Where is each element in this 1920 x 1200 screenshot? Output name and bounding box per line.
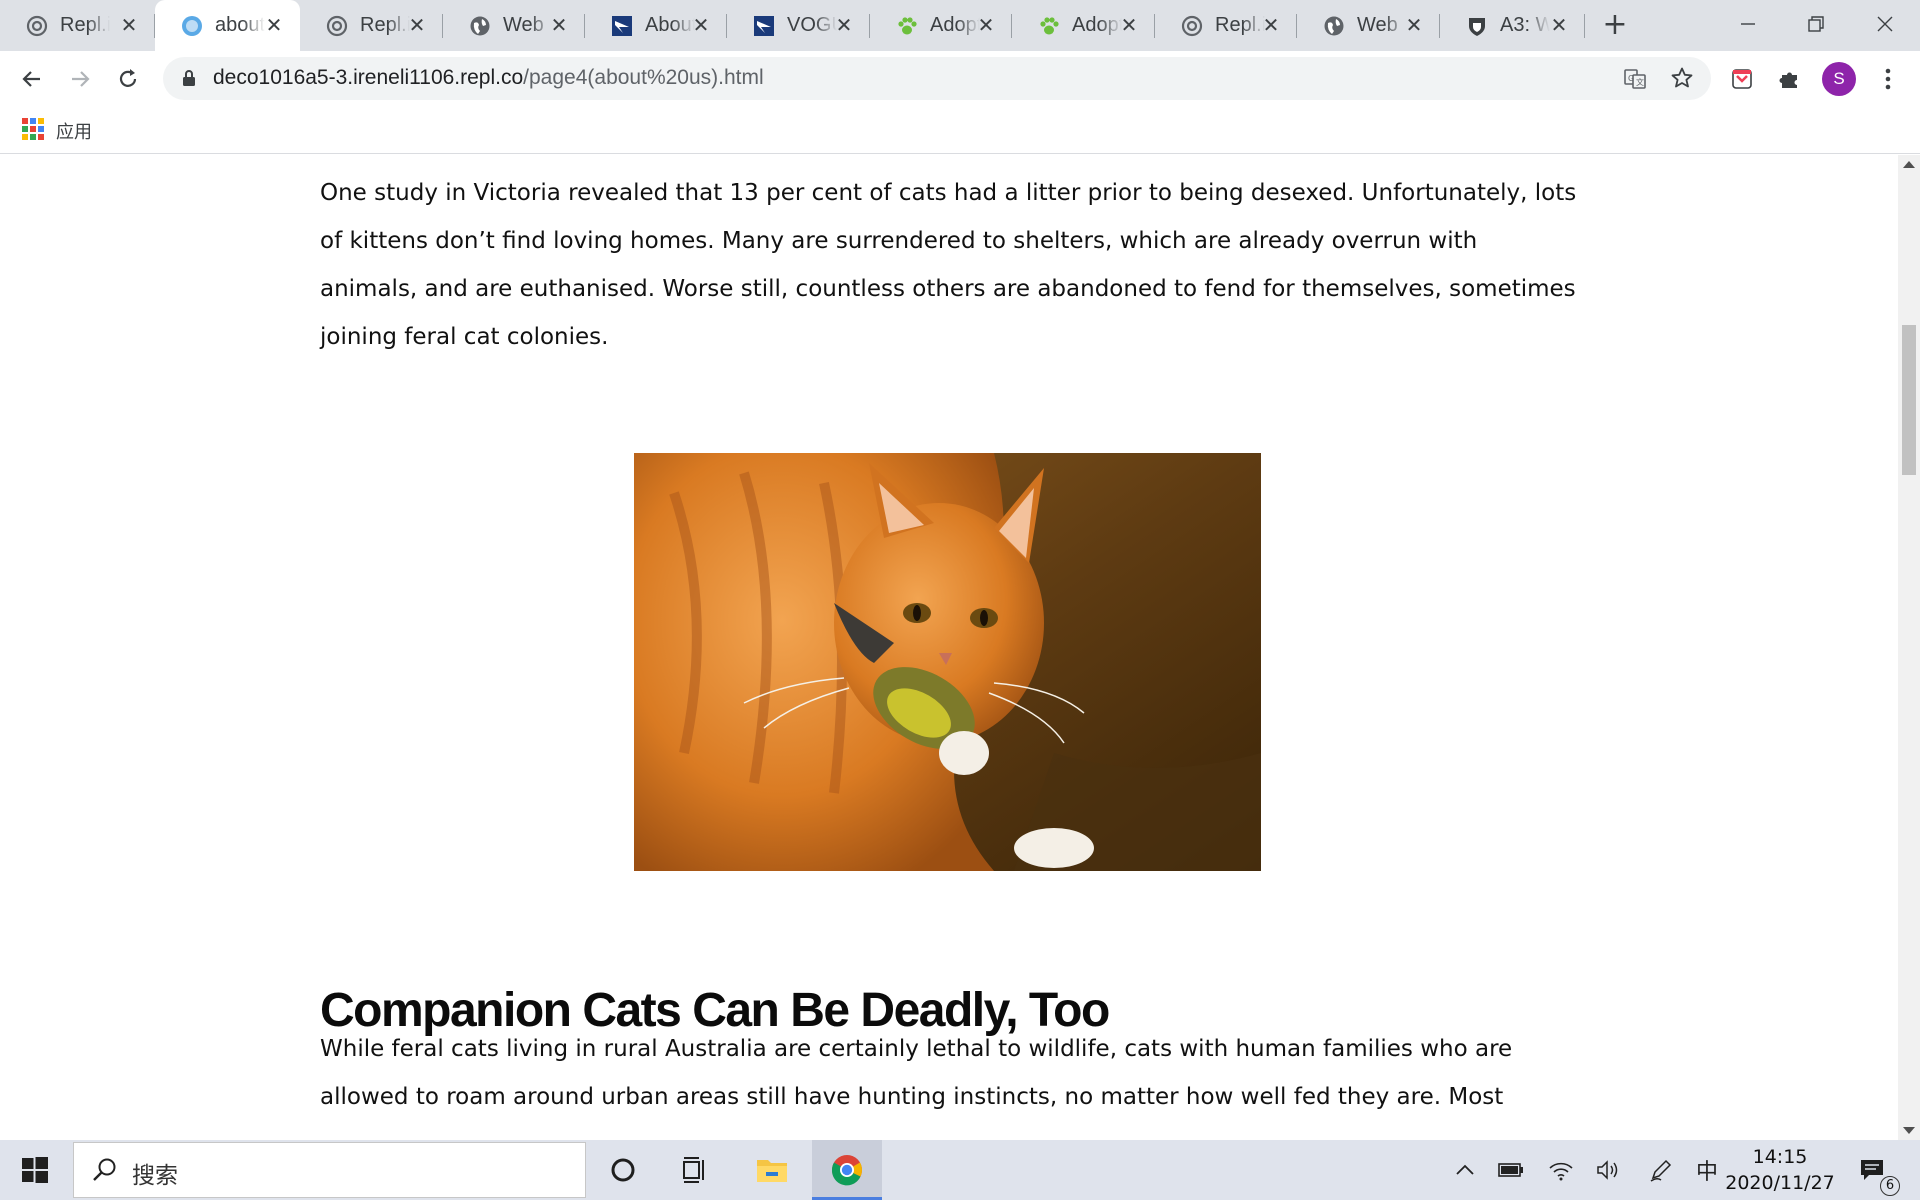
- tab-title: Repl.it: [360, 14, 410, 36]
- browser-toolbar: deco1016a5-3.ireneli1106.repl.co/page4(a…: [0, 51, 1920, 106]
- tab-title: A3: W: [1500, 14, 1550, 36]
- bookmark-star-icon[interactable]: [1670, 66, 1694, 94]
- vogue-icon: [611, 15, 633, 37]
- pocket-extension-icon[interactable]: [1724, 61, 1760, 97]
- globe-icon: [469, 15, 491, 37]
- page-content: One study in Victoria revealed that 13 p…: [0, 155, 1898, 1140]
- close-window-button[interactable]: [1855, 4, 1915, 44]
- tab-close-icon[interactable]: ✕: [262, 13, 286, 37]
- forward-button[interactable]: [62, 61, 98, 97]
- scroll-down-arrow-icon[interactable]: [1903, 1127, 1915, 1134]
- tab-close-icon[interactable]: ✕: [1117, 13, 1141, 37]
- url-text[interactable]: deco1016a5-3.ireneli1106.repl.co/page4(a…: [213, 66, 764, 90]
- file-explorer-icon[interactable]: [737, 1140, 807, 1200]
- tab-adopt-2[interactable]: Adopt ✕: [1012, 0, 1155, 51]
- wifi-icon[interactable]: [1545, 1140, 1577, 1200]
- tab-close-icon[interactable]: ✕: [1402, 13, 1426, 37]
- back-button[interactable]: [14, 61, 50, 97]
- tab-close-icon[interactable]: ✕: [117, 13, 141, 37]
- tab-strip: Repl.it ✕ about us ✕ Repl.it ✕ Web ✕ Abo…: [0, 0, 1920, 51]
- tab-close-icon[interactable]: ✕: [1259, 13, 1283, 37]
- notification-count-badge: 6: [1880, 1176, 1900, 1196]
- paw-icon: [896, 15, 918, 37]
- pen-workspace-icon[interactable]: [1645, 1140, 1677, 1200]
- taskbar-search-input[interactable]: 搜索: [73, 1142, 586, 1198]
- volume-icon[interactable]: [1592, 1140, 1624, 1200]
- search-icon: [92, 1157, 118, 1187]
- tab-web-1[interactable]: Web ✕: [443, 0, 585, 51]
- tab-title: Adopt: [1072, 14, 1122, 36]
- tab-adopt-1[interactable]: Adopt ✕: [870, 0, 1012, 51]
- shield-icon: [1466, 15, 1488, 37]
- tab-close-icon[interactable]: ✕: [405, 13, 429, 37]
- tab-close-icon[interactable]: ✕: [974, 13, 998, 37]
- tab-close-icon[interactable]: ✕: [547, 13, 571, 37]
- chrome-taskbar-icon[interactable]: [812, 1140, 882, 1200]
- tab-title: About: [645, 14, 695, 36]
- address-bar[interactable]: deco1016a5-3.ireneli1106.repl.co/page4(a…: [163, 57, 1711, 100]
- system-clock[interactable]: 14:15 2020/11/27: [1720, 1144, 1840, 1196]
- tab-title: VOGUE: [787, 14, 837, 36]
- tab-title: Web: [1357, 14, 1398, 36]
- url-host: deco1016a5-3.ireneli1106.repl.co: [213, 66, 524, 89]
- url-path: /page4(about%20us).html: [523, 66, 764, 89]
- tab-web-2[interactable]: Web ✕: [1297, 0, 1440, 51]
- tab-divider: [1584, 14, 1585, 38]
- tab-title: Web: [503, 14, 544, 36]
- page-scrollbar[interactable]: [1898, 155, 1920, 1140]
- tab-title: Repl.it: [1215, 14, 1265, 36]
- search-placeholder: 搜索: [132, 1163, 178, 1189]
- bookmarks-bar: 应用: [0, 106, 1920, 154]
- replit-icon: [1181, 15, 1203, 37]
- windows-taskbar: 搜索 中 14:15 2020/11/27 6: [0, 1140, 1920, 1200]
- vogue-icon: [753, 15, 775, 37]
- paw-icon: [1038, 15, 1060, 37]
- tab-close-icon[interactable]: ✕: [689, 13, 713, 37]
- extensions-puzzle-icon[interactable]: [1772, 61, 1808, 97]
- battery-icon[interactable]: [1495, 1140, 1527, 1200]
- clock-date: 2020/11/27: [1725, 1172, 1835, 1194]
- scrollbar-thumb[interactable]: [1902, 325, 1916, 475]
- cat-with-bird-image: [634, 453, 1261, 871]
- body-paragraph: One study in Victoria revealed that 13 p…: [320, 180, 1577, 350]
- minimize-button[interactable]: [1718, 4, 1778, 44]
- tab-title: Adopt: [930, 14, 980, 36]
- tab-title: about us: [215, 14, 265, 36]
- replit-icon: [26, 15, 48, 37]
- tab-vogue[interactable]: VOGUE ✕: [727, 0, 870, 51]
- apps-shortcut-label[interactable]: 应用: [56, 118, 92, 144]
- profile-avatar[interactable]: S: [1822, 62, 1856, 96]
- scroll-up-arrow-icon[interactable]: [1903, 161, 1915, 168]
- tab-a3[interactable]: A3: W ✕: [1440, 0, 1585, 51]
- tab-repl-2[interactable]: Repl.it ✕: [300, 0, 443, 51]
- tab-about-us[interactable]: about us ✕: [155, 0, 300, 51]
- tray-overflow-chevron-icon[interactable]: [1450, 1140, 1480, 1200]
- tab-repl-3[interactable]: Repl.it ✕: [1155, 0, 1297, 51]
- menu-kebab-icon[interactable]: [1870, 61, 1906, 97]
- task-view-icon[interactable]: [660, 1140, 730, 1200]
- tab-close-icon[interactable]: ✕: [832, 13, 856, 37]
- clock-time: 14:15: [1752, 1146, 1808, 1168]
- tab-about-vogue[interactable]: About ✕: [585, 0, 727, 51]
- lock-icon[interactable]: [181, 69, 197, 91]
- svg-text:文: 文: [1636, 77, 1644, 87]
- translate-icon[interactable]: G文: [1623, 67, 1647, 95]
- globe-icon: [1323, 15, 1345, 37]
- apps-grid-icon[interactable]: [22, 118, 44, 140]
- input-method-indicator[interactable]: 中: [1692, 1140, 1722, 1200]
- start-button[interactable]: [0, 1140, 70, 1200]
- tab-repl-1[interactable]: Repl.it ✕: [0, 0, 155, 51]
- site-logo-icon: [181, 15, 203, 37]
- tab-close-icon[interactable]: ✕: [1547, 13, 1571, 37]
- cortana-circle-icon[interactable]: [588, 1140, 658, 1200]
- reload-button[interactable]: [110, 61, 146, 97]
- tab-title: Repl.it: [60, 14, 110, 36]
- body-paragraph: While feral cats living in rural Austral…: [320, 1036, 1513, 1110]
- replit-icon: [326, 15, 348, 37]
- svg-text:G: G: [1628, 74, 1634, 83]
- restore-button[interactable]: [1786, 4, 1846, 44]
- new-tab-button[interactable]: +: [1600, 10, 1630, 40]
